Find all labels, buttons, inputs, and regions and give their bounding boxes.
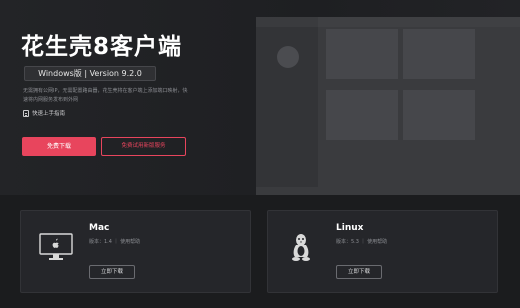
mockup-tile bbox=[326, 29, 398, 79]
quick-start-guide-label: 快速上手指南 bbox=[32, 111, 66, 117]
mac-download-button[interactable]: 立即下载 bbox=[89, 265, 135, 279]
mac-version-info: 版本：1.4 ｜ 使用帮助 bbox=[89, 239, 141, 245]
mockup-tile bbox=[403, 90, 475, 140]
apple-monitor-icon bbox=[39, 233, 73, 260]
document-icon bbox=[23, 109, 29, 117]
hero-description: 无需拥有公网IP，无需配置路由器，花生壳将在客户端上添加端口映射，快速将内网服务… bbox=[23, 88, 188, 103]
mac-download-card: Mac 版本：1.4 ｜ 使用帮助 立即下载 bbox=[20, 210, 251, 293]
linux-download-card: Linux 版本：5.3 ｜ 使用帮助 立即下载 bbox=[267, 210, 498, 293]
linux-download-button[interactable]: 立即下载 bbox=[336, 265, 382, 279]
mockup-titlebar bbox=[318, 17, 520, 27]
page-title: 花生壳8客户端 bbox=[21, 34, 183, 60]
linux-title: Linux bbox=[336, 223, 364, 233]
mac-title: Mac bbox=[89, 223, 110, 233]
linux-version-info: 版本：5.3 ｜ 使用帮助 bbox=[336, 239, 388, 245]
quick-start-guide-link[interactable]: 快速上手指南 bbox=[23, 109, 65, 117]
mockup-tile bbox=[326, 90, 398, 140]
mockup-avatar bbox=[277, 46, 299, 68]
try-new-service-button[interactable]: 免费试用新版服务 bbox=[101, 137, 186, 156]
mockup-tile bbox=[403, 29, 475, 79]
app-preview-mockup bbox=[256, 17, 520, 195]
linux-penguin-icon bbox=[292, 234, 310, 261]
version-badge: Windows版 | Version 9.2.0 bbox=[24, 66, 156, 81]
free-download-button[interactable]: 免费下载 bbox=[22, 137, 96, 156]
